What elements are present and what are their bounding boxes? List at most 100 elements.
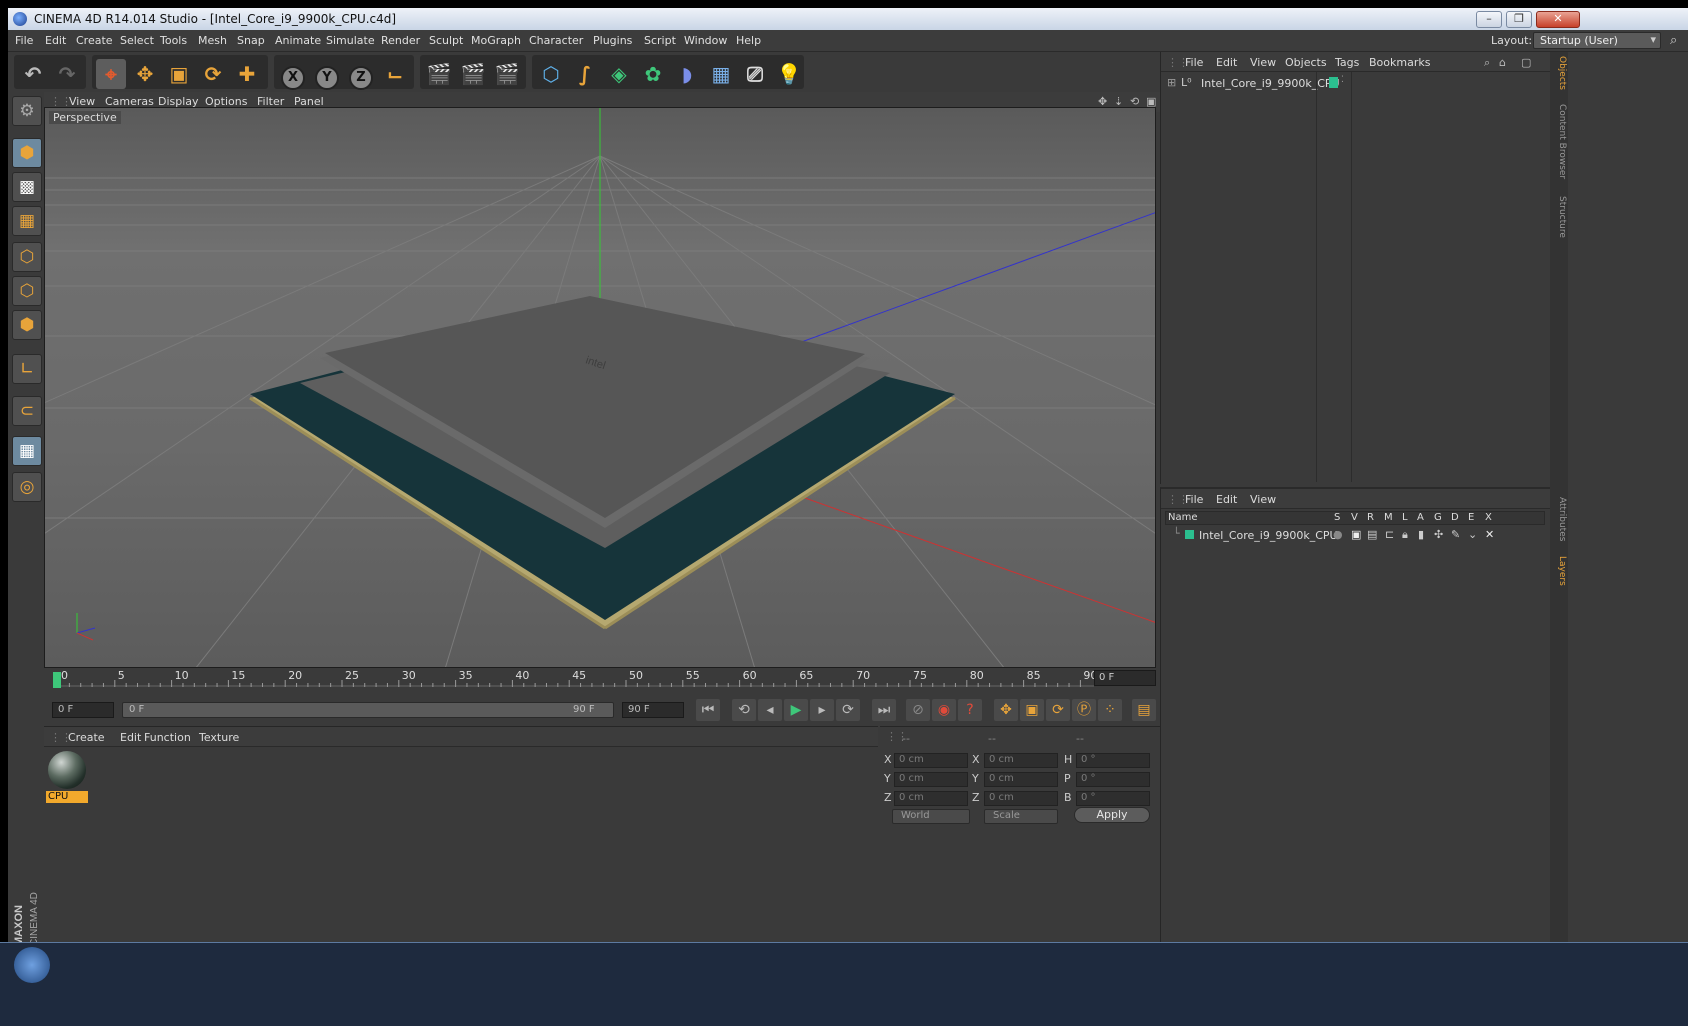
light-icon[interactable]: 💡: [774, 59, 804, 89]
texture-mode-icon[interactable]: ▩: [12, 172, 42, 202]
close-button[interactable]: ✕: [1536, 11, 1580, 28]
deformers-toggle-icon[interactable]: ✎: [1451, 528, 1460, 541]
layout-dropdown[interactable]: Startup (User): [1533, 32, 1661, 49]
key-parameter-icon[interactable]: Ⓟ: [1072, 699, 1096, 721]
expand-icon[interactable]: ⊞: [1167, 76, 1176, 89]
object-menu-bookmarks[interactable]: Bookmarks: [1369, 56, 1430, 69]
menu-snap[interactable]: Snap: [237, 34, 265, 47]
object-menu-view[interactable]: View: [1250, 56, 1276, 69]
menu-simulate[interactable]: Simulate: [326, 34, 375, 47]
start-frame-field[interactable]: 0 F: [52, 702, 114, 718]
go-to-start-icon[interactable]: ⏮: [696, 699, 720, 721]
layer-menu-file[interactable]: File: [1185, 493, 1203, 506]
coordinate-space-dropdown[interactable]: World: [892, 809, 970, 824]
current-frame-field[interactable]: 0 F: [1094, 670, 1156, 686]
move-tool-icon[interactable]: ✥: [130, 59, 160, 89]
coordinate-system-icon[interactable]: ⌙: [380, 59, 410, 89]
layer-color-swatch[interactable]: [1185, 530, 1194, 539]
key-scale-icon[interactable]: ▣: [1020, 699, 1044, 721]
menu-select[interactable]: Select: [120, 34, 154, 47]
make-editable-icon[interactable]: ⚙: [12, 96, 42, 126]
render-toggle-icon[interactable]: ▤: [1367, 528, 1377, 541]
solo-mode-icon[interactable]: ◎: [12, 472, 42, 502]
menu-tools[interactable]: Tools: [160, 34, 187, 47]
layer-row[interactable]: └ Intel_Core_i9_9900k_CPU ● ▣ ▤ ⊏ 🔒︎ ▮ ✣…: [1167, 527, 1547, 543]
view-toggle-icon[interactable]: ▣: [1351, 528, 1361, 541]
rotate-tool-icon[interactable]: ⟳: [198, 59, 228, 89]
deformer-icon[interactable]: ◗: [672, 59, 702, 89]
timeline-ruler[interactable]: 0 5 10 15 20 25 30 35 40 45 50 55 60 65 70 75 80 85 90 0 F: [44, 668, 1160, 694]
animation-toggle-icon[interactable]: ▮: [1418, 528, 1424, 541]
menu-create[interactable]: Create: [76, 34, 113, 47]
home-icon[interactable]: ⌂: [1499, 56, 1506, 69]
render-settings-icon[interactable]: 🎬: [492, 59, 522, 89]
menu-window[interactable]: Window: [684, 34, 727, 47]
object-menu-objects[interactable]: Objects: [1285, 56, 1327, 69]
perspective-viewport[interactable]: intel Perspective: [44, 107, 1156, 668]
nurbs-icon[interactable]: ◈: [604, 59, 634, 89]
lock-toggle-icon[interactable]: 🔒︎: [1402, 528, 1408, 542]
cpu-model[interactable]: intel: [249, 296, 956, 630]
minimize-button[interactable]: –: [1476, 11, 1502, 28]
manager-toggle-icon[interactable]: ⊏: [1385, 528, 1394, 541]
menu-animate[interactable]: Animate: [275, 34, 321, 47]
x-axis-lock-button[interactable]: X: [278, 59, 308, 90]
object-menu-file[interactable]: File: [1185, 56, 1203, 69]
menu-help[interactable]: Help: [736, 34, 761, 47]
object-name[interactable]: Intel_Core_i9_9900k_CPU: [1201, 77, 1340, 90]
key-pla-icon[interactable]: ⁘: [1098, 699, 1122, 721]
render-picture-viewer-icon[interactable]: 🎬: [458, 59, 488, 89]
layer-menu-view[interactable]: View: [1250, 493, 1276, 506]
model-mode-icon[interactable]: ⬢: [12, 138, 42, 168]
object-row[interactable]: ⊞ L⁰ Intel_Core_i9_9900k_CPU ⁚: [1167, 75, 1547, 91]
solo-toggle-icon[interactable]: ●: [1333, 528, 1343, 541]
start-button[interactable]: [14, 947, 50, 983]
key-position-icon[interactable]: ✥: [994, 699, 1018, 721]
y-axis-lock-button[interactable]: Y: [312, 59, 342, 90]
keyframe-selection-icon[interactable]: ?: [958, 699, 982, 721]
array-icon[interactable]: ✿: [638, 59, 668, 89]
pos-z-field[interactable]: 0 cm: [894, 791, 968, 806]
tab-content-browser[interactable]: Content Browser: [1551, 102, 1567, 182]
size-z-field[interactable]: 0 cm: [984, 791, 1058, 806]
workplane-icon[interactable]: ▦: [12, 206, 42, 236]
tab-layers[interactable]: Layers: [1551, 552, 1567, 590]
end-frame-field[interactable]: 90 F: [622, 702, 684, 718]
edges-mode-icon[interactable]: ⬡: [12, 276, 42, 306]
autokey-icon[interactable]: ◉: [932, 699, 956, 721]
restore-button[interactable]: ❐: [1506, 11, 1532, 28]
tab-structure[interactable]: Structure: [1551, 192, 1567, 242]
menu-render[interactable]: Render: [381, 34, 420, 47]
next-key-icon[interactable]: ⟳: [836, 699, 860, 721]
size-x-field[interactable]: 0 cm: [984, 753, 1058, 768]
camera-icon[interactable]: ⎚: [740, 59, 770, 89]
material-menu-create[interactable]: Create: [68, 731, 105, 744]
object-menu-tags[interactable]: Tags: [1335, 56, 1359, 69]
key-rotation-icon[interactable]: ⟳: [1046, 699, 1070, 721]
xref-toggle-icon[interactable]: ✕: [1485, 528, 1494, 541]
timeline-playhead[interactable]: [53, 672, 61, 688]
render-view-icon[interactable]: 🎬: [424, 59, 454, 89]
menu-file[interactable]: File: [15, 34, 33, 47]
menu-script[interactable]: Script: [644, 34, 676, 47]
menu-character[interactable]: Character: [529, 34, 583, 47]
points-mode-icon[interactable]: ⬡: [12, 242, 42, 272]
redo-icon[interactable]: ↷: [52, 59, 82, 89]
rot-h-field[interactable]: 0 °: [1076, 753, 1150, 768]
pos-y-field[interactable]: 0 cm: [894, 772, 968, 787]
material-menu-texture[interactable]: Texture: [199, 731, 239, 744]
undo-icon[interactable]: ↶: [18, 59, 48, 89]
tab-objects[interactable]: Objects: [1551, 54, 1567, 92]
search-icon[interactable]: ⌕: [1484, 56, 1490, 70]
rot-b-field[interactable]: 0 °: [1076, 791, 1150, 806]
size-mode-dropdown[interactable]: Scale: [984, 809, 1058, 824]
search-icon[interactable]: ⌕: [1670, 33, 1677, 48]
polygons-mode-icon[interactable]: ⬢: [12, 310, 42, 340]
menu-edit[interactable]: Edit: [45, 34, 66, 47]
rot-p-field[interactable]: 0 °: [1076, 772, 1150, 787]
next-frame-icon[interactable]: ▸: [810, 699, 834, 721]
menu-mesh[interactable]: Mesh: [198, 34, 227, 47]
magnet-snap-icon[interactable]: ⊂: [12, 396, 42, 426]
cube-primitive-icon[interactable]: ⬡: [536, 59, 566, 89]
play-icon[interactable]: ▶: [784, 699, 808, 721]
